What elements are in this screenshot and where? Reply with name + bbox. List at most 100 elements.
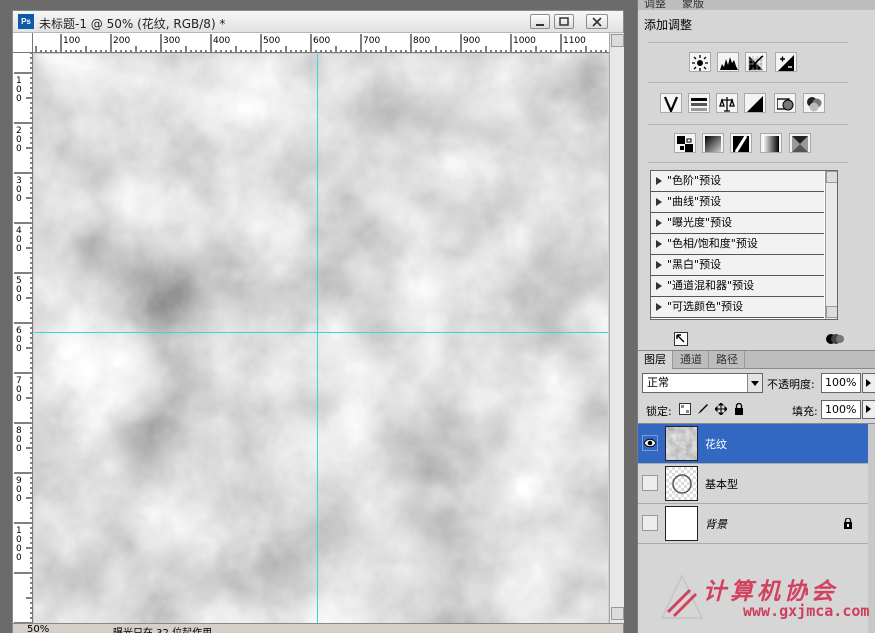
expand-triangle-icon[interactable]: [656, 282, 662, 290]
tab-channels[interactable]: 通道: [674, 351, 709, 369]
exposure-icon: [778, 55, 794, 71]
image-canvas[interactable]: [34, 54, 608, 625]
preset-item[interactable]: "色阶"预设: [651, 171, 824, 192]
preset-item[interactable]: "通道混和器"预设: [651, 276, 824, 297]
dropdown-arrow[interactable]: [747, 374, 762, 392]
transparent-checker-thumbnail: [666, 467, 697, 500]
adjustment-presets-list: "色阶"预设 "曲线"预设 "曝光度"预设 "色相/饱和度"预设 "黑白"预设 …: [650, 170, 838, 320]
invert-icon: [677, 136, 693, 152]
ruler-label: 200: [113, 36, 130, 46]
presets-scrollbar[interactable]: [825, 171, 837, 319]
threshold-button[interactable]: [730, 133, 752, 153]
maximize-button[interactable]: [554, 14, 574, 29]
right-panel-dock: 调整 蒙版 添加调整 "色阶"预设 "曲线"预设 "曝光度"预设 "色相/饱和度…: [637, 0, 875, 633]
lock-transparent-icon[interactable]: [679, 403, 691, 415]
expand-triangle-icon[interactable]: [656, 219, 662, 227]
layer-row-basic-shape[interactable]: 基本型: [638, 464, 868, 504]
tab-layers[interactable]: 图层: [638, 351, 673, 369]
ruler-label: 0: [16, 94, 22, 104]
layer-name[interactable]: 基本型: [705, 476, 738, 492]
brightness-contrast-button[interactable]: [689, 52, 711, 72]
expand-triangle-icon[interactable]: [656, 261, 662, 269]
ruler-label: 0: [16, 494, 22, 504]
fill-input[interactable]: 100%: [821, 400, 861, 419]
preset-item[interactable]: "曲线"预设: [651, 192, 824, 213]
document-titlebar[interactable]: Ps 未标题-1 @ 50% (花纹, RGB/8) *: [13, 11, 623, 33]
curves-button[interactable]: [745, 52, 767, 72]
blend-mode-select[interactable]: 正常: [642, 373, 763, 393]
scroll-up-arrow[interactable]: [826, 171, 837, 183]
layer-visibility-toggle[interactable]: [642, 475, 658, 491]
ruler-label: 0: [16, 244, 22, 254]
lock-all-icon[interactable]: [733, 403, 745, 415]
vibrance-button[interactable]: [660, 93, 682, 113]
invert-button[interactable]: [674, 133, 696, 153]
expanded-view-button[interactable]: [674, 332, 688, 349]
color-balance-button[interactable]: [716, 93, 738, 113]
close-button[interactable]: [586, 14, 608, 29]
vertical-ruler[interactable]: 1002003004005006007008009001000: [13, 53, 33, 625]
layer-row-background[interactable]: 背景: [638, 504, 868, 544]
divider: [648, 124, 848, 125]
fill-slider-button[interactable]: [862, 400, 875, 419]
black-white-button[interactable]: [744, 93, 766, 113]
scroll-up-arrow[interactable]: [611, 34, 624, 47]
horizontal-guide[interactable]: [34, 332, 608, 333]
tab-paths[interactable]: 路径: [710, 351, 745, 369]
tab-adjustments[interactable]: 调整: [638, 0, 672, 10]
clip-layer-icon: [826, 334, 844, 344]
brightness-contrast-icon: [692, 55, 708, 71]
tab-masks[interactable]: 蒙版: [676, 0, 710, 10]
ruler-origin[interactable]: [13, 33, 33, 53]
preset-item[interactable]: "黑白"预设: [651, 255, 824, 276]
expand-triangle-icon[interactable]: [656, 198, 662, 206]
posterize-button[interactable]: [702, 133, 724, 153]
expand-triangle-icon[interactable]: [656, 177, 662, 185]
scroll-down-arrow[interactable]: [826, 306, 837, 318]
levels-button[interactable]: [717, 52, 739, 72]
preset-item[interactable]: "色相/饱和度"预设: [651, 234, 824, 255]
lock-label: 锁定:: [646, 405, 672, 418]
preset-item[interactable]: "曝光度"预设: [651, 213, 824, 234]
layer-visibility-toggle[interactable]: [642, 515, 658, 531]
divider: [648, 82, 848, 83]
layer-visibility-toggle[interactable]: [642, 435, 658, 451]
expand-triangle-icon[interactable]: [656, 303, 662, 311]
layer-row-pattern[interactable]: 花纹: [638, 424, 868, 464]
selective-color-button[interactable]: [789, 133, 811, 153]
vertical-scrollbar[interactable]: [609, 33, 624, 623]
layer-name[interactable]: 花纹: [705, 436, 727, 452]
document-title: 未标题-1 @ 50% (花纹, RGB/8) *: [39, 17, 226, 31]
layer-name[interactable]: 背景: [705, 516, 727, 532]
hue-saturation-button[interactable]: [688, 93, 710, 113]
vertical-guide[interactable]: [317, 54, 318, 625]
layer-lock-icon: [844, 518, 852, 529]
horizontal-ruler[interactable]: 100 200 300 400 500 600 700 800 900 1000 1100: [33, 33, 611, 53]
lock-pixels-icon[interactable]: [697, 403, 709, 415]
minimize-button[interactable]: [530, 14, 550, 29]
watermark-logo-icon: [660, 573, 704, 619]
photo-filter-button[interactable]: [774, 93, 796, 113]
document-window: Ps 未标题-1 @ 50% (花纹, RGB/8) * 100 200 300 40…: [12, 10, 624, 633]
lock-position-icon[interactable]: [715, 403, 727, 415]
ruler-label: 600: [313, 36, 330, 46]
clip-to-layer-button[interactable]: [825, 332, 845, 349]
fill-label: 填充:: [792, 405, 818, 418]
gradient-map-button[interactable]: [760, 133, 782, 153]
photoshop-app-icon: Ps: [18, 14, 34, 29]
channel-mixer-button[interactable]: [803, 93, 825, 113]
exposure-button[interactable]: [775, 52, 797, 72]
ruler-label: 500: [263, 36, 280, 46]
scroll-down-arrow[interactable]: [611, 607, 624, 620]
chevron-down-icon: [751, 381, 759, 386]
divider: [648, 162, 848, 163]
opacity-label: 不透明度:: [767, 378, 815, 391]
preset-item[interactable]: "可选颜色"预设: [651, 297, 824, 318]
expand-triangle-icon[interactable]: [656, 240, 662, 248]
ruler-label: 100: [63, 36, 80, 46]
opacity-input[interactable]: 100%: [821, 373, 861, 393]
adjustments-title: 添加调整: [644, 18, 693, 32]
zoom-level[interactable]: 50%: [27, 624, 49, 633]
eye-icon: [643, 438, 657, 448]
opacity-slider-button[interactable]: [862, 373, 875, 393]
